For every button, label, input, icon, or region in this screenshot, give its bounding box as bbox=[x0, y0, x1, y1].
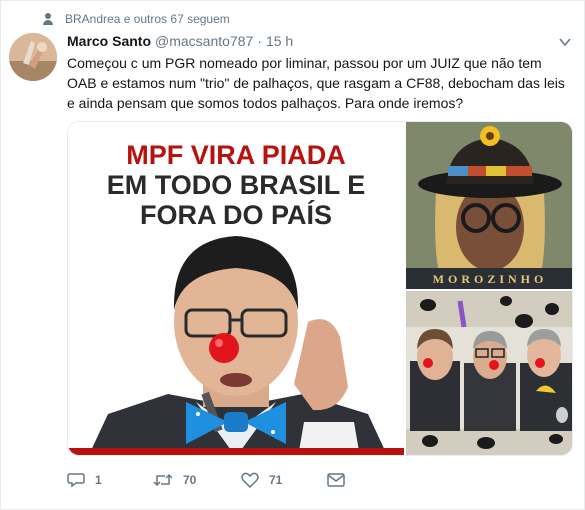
media-image-top-right[interactable]: MOROZINHO bbox=[406, 122, 572, 289]
media-image-main[interactable]: MPF VIRA PIADA EM TODO BRASIL E FORA DO … bbox=[68, 122, 404, 455]
avatar[interactable] bbox=[9, 33, 57, 81]
social-context-text[interactable]: BRAndrea e outros 67 seguem bbox=[65, 12, 230, 26]
retweet-icon[interactable] bbox=[153, 472, 173, 488]
tweet-text: Começou c um PGR nomeado por liminar, pa… bbox=[67, 55, 565, 111]
reply-action[interactable]: 1 bbox=[67, 472, 115, 488]
media-image-bottom-right[interactable] bbox=[406, 291, 572, 455]
person-icon bbox=[43, 13, 53, 25]
like-action[interactable]: 71 bbox=[241, 472, 289, 488]
caret-down-icon[interactable] bbox=[558, 35, 572, 49]
reply-count: 1 bbox=[95, 473, 102, 487]
tweet-header: Marco Santo @macsanto787 · 15 h bbox=[67, 33, 293, 51]
headline-line-3: FORA DO PAÍS bbox=[140, 199, 332, 230]
clown-nose bbox=[209, 333, 239, 363]
separator-dot: · bbox=[257, 33, 262, 49]
author-name[interactable]: Marco Santo bbox=[67, 33, 151, 49]
retweet-count: 70 bbox=[183, 473, 197, 487]
author-handle[interactable]: @macsanto787 bbox=[155, 33, 253, 49]
tweet-timestamp[interactable]: 15 h bbox=[266, 33, 293, 49]
like-count: 71 bbox=[269, 473, 283, 487]
dm-action[interactable] bbox=[327, 473, 355, 487]
retweet-action[interactable]: 70 bbox=[153, 472, 203, 488]
social-context: BRAndrea e outros 67 seguem bbox=[43, 11, 230, 27]
reply-icon[interactable] bbox=[67, 472, 85, 488]
morozinho-caption: MOROZINHO bbox=[433, 272, 548, 286]
headline-line-1: MPF VIRA PIADA bbox=[126, 140, 346, 170]
dm-icon[interactable] bbox=[327, 473, 345, 487]
headline-line-2: EM TODO BRASIL E bbox=[107, 170, 366, 200]
like-icon[interactable] bbox=[241, 472, 259, 488]
media-grid[interactable]: MPF VIRA PIADA EM TODO BRASIL E FORA DO … bbox=[67, 121, 573, 456]
tweet[interactable]: BRAndrea e outros 67 seguem Marco Santo … bbox=[0, 0, 585, 510]
tweet-actions: 1 70 71 bbox=[67, 469, 393, 491]
